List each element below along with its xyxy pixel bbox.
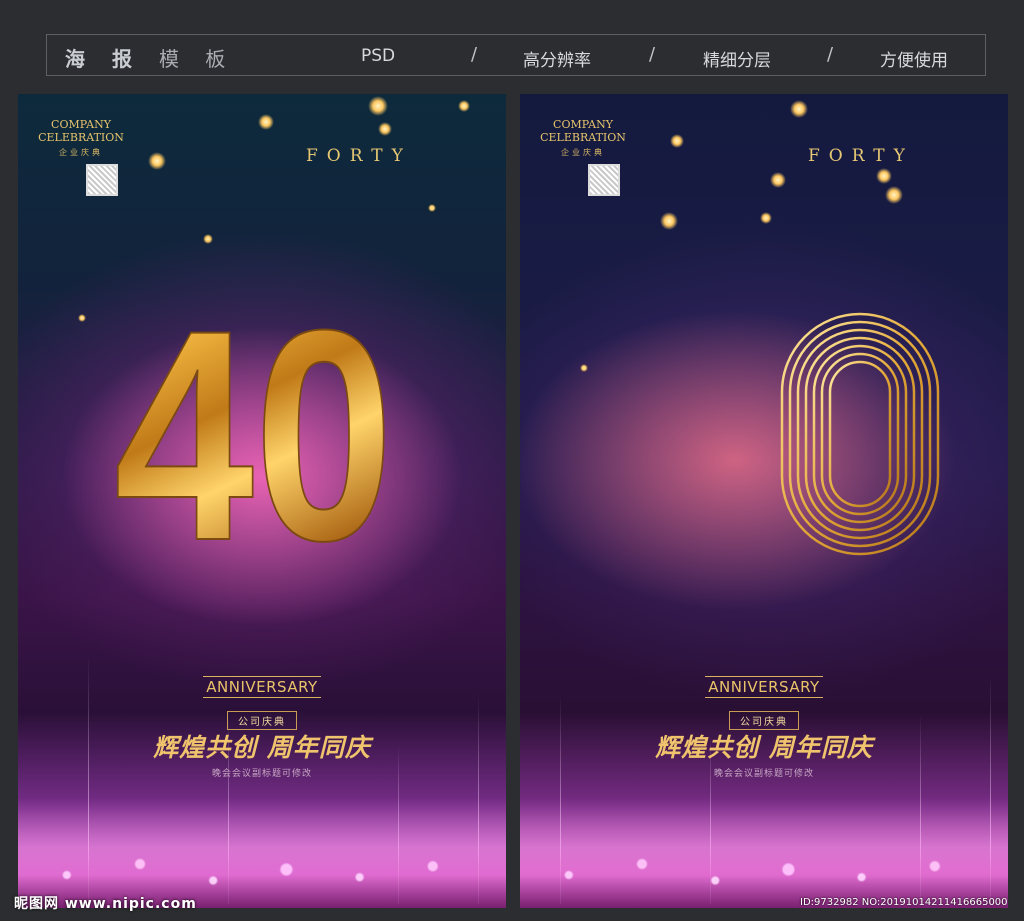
number-text: 40 <box>114 294 394 554</box>
poster-line-40: COMPANY CELEBRATION 企业庆典 FORTY ANNIVERSA… <box>520 94 1008 908</box>
glitter-floor <box>18 798 506 908</box>
template-header: 海 报 模 板 PSD / 高分辨率 / 精细分层 / 方便使用 <box>46 34 986 76</box>
feature-easy-use: 方便使用 <box>880 51 948 71</box>
glitter-floor <box>520 798 1008 908</box>
separator: / <box>471 44 478 65</box>
qr-code-icon <box>86 164 118 196</box>
company-celebration-logo: COMPANY CELEBRATION 企业庆典 <box>38 118 124 157</box>
site-watermark: 昵图网 www.nipic.com <box>14 896 197 912</box>
subtitle: 晚会会议副标题可修改 <box>211 769 312 779</box>
separator: / <box>649 44 656 65</box>
separator: / <box>827 44 834 65</box>
feature-layers: 精细分层 <box>703 51 771 71</box>
company-celebration-logo: COMPANY CELEBRATION 企业庆典 <box>540 118 626 157</box>
anniversary-title: ANNIVERSARY <box>203 676 321 698</box>
brand-title: 海 报 模 板 <box>65 47 236 71</box>
subtitle: 晚会会议副标题可修改 <box>713 769 814 779</box>
slogan: 辉煌共创 周年同庆 <box>655 733 873 762</box>
gold-line-40-number <box>602 312 940 556</box>
slogan: 辉煌共创 周年同庆 <box>153 733 371 762</box>
poster-solid-40: COMPANY CELEBRATION 企业庆典 FORTY 40 ANNIVE… <box>18 94 506 908</box>
gold-40-number: 40 <box>114 294 395 554</box>
anniversary-title: ANNIVERSARY <box>705 676 823 698</box>
image-id: ID:9732982 NO:20191014211416665000 <box>800 897 1008 908</box>
feature-resolution: 高分辨率 <box>523 51 591 71</box>
forty-label: FORTY <box>808 146 914 166</box>
feature-psd: PSD <box>361 46 396 66</box>
forty-label: FORTY <box>306 146 412 166</box>
qr-code-icon <box>588 164 620 196</box>
